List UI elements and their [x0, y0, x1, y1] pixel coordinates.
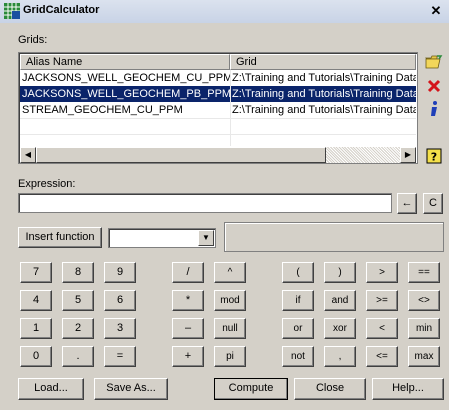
key-divide[interactable]: / [172, 262, 204, 283]
row-divider [20, 118, 416, 119]
key-2[interactable]: 2 [62, 318, 94, 339]
function-description-panel [224, 222, 444, 252]
save-as-button[interactable]: Save As... [94, 378, 168, 400]
key-9[interactable]: 9 [104, 262, 136, 283]
scroll-left-icon[interactable]: ◀ [20, 147, 36, 163]
key-min[interactable]: min [408, 318, 440, 339]
close-button[interactable]: Close [294, 378, 366, 400]
table-row-selected[interactable]: JACKSONS_WELL_GEOCHEM_PB_PPM Z:\Training… [20, 86, 416, 102]
key-add[interactable]: + [172, 346, 204, 367]
open-folder-icon [425, 55, 443, 69]
expression-label: Expression: [18, 178, 76, 190]
title-bar[interactable]: GridCalculator ✕ [0, 0, 449, 23]
scrollbar-track[interactable] [326, 147, 400, 163]
svg-text:?: ? [431, 151, 437, 164]
key-equal-equal[interactable]: == [408, 262, 440, 283]
table-row[interactable]: JACKSONS_WELL_GEOCHEM_CU_PPM Z:\Training… [20, 70, 416, 86]
close-icon[interactable]: ✕ [429, 4, 443, 18]
help-icon: ? [426, 148, 442, 164]
scrollbar-thumb[interactable] [36, 147, 326, 163]
table-row[interactable]: STREAM_GEOCHEM_CU_PPM Z:\Training and Tu… [20, 102, 416, 118]
row-alias-name: STREAM_GEOCHEM_CU_PPM [22, 104, 183, 116]
grid-calculator-window: GridCalculator ✕ Grids: Alias Name Grid … [0, 0, 449, 410]
row-divider [20, 134, 416, 135]
key-8[interactable]: 8 [62, 262, 94, 283]
key-and[interactable]: and [324, 290, 356, 311]
remove-grid-button[interactable] [424, 76, 444, 96]
delete-icon [427, 79, 441, 93]
key-greater-equal[interactable]: >= [366, 290, 398, 311]
key-decimal[interactable]: . [62, 346, 94, 367]
grid-calculator-app-icon [4, 3, 20, 19]
row-alias-name: JACKSONS_WELL_GEOCHEM_PB_PPM [22, 88, 230, 100]
expression-input[interactable] [18, 193, 392, 213]
key-max[interactable]: max [408, 346, 440, 367]
key-subtract[interactable]: – [172, 318, 204, 339]
key-xor[interactable]: xor [324, 318, 356, 339]
row-grid-path: Z:\Training and Tutorials\Training Data\… [232, 72, 416, 84]
key-0[interactable]: 0 [20, 346, 52, 367]
key-equals[interactable]: = [104, 346, 136, 367]
key-3[interactable]: 3 [104, 318, 136, 339]
column-header-alias-name[interactable]: Alias Name [20, 54, 230, 70]
function-select[interactable]: ▼ [108, 228, 216, 248]
key-less-than[interactable]: < [366, 318, 398, 339]
clear-button[interactable]: C [423, 193, 443, 214]
horizontal-scrollbar[interactable]: ◀ ▶ [20, 147, 416, 163]
grid-help-button[interactable]: ? [424, 146, 444, 166]
column-header-grid[interactable]: Grid [230, 54, 416, 70]
key-less-equal[interactable]: <= [366, 346, 398, 367]
row-alias-name: JACKSONS_WELL_GEOCHEM_CU_PPM [22, 72, 230, 84]
row-grid-path: Z:\Training and Tutorials\Training Data\… [232, 104, 416, 116]
grids-label: Grids: [18, 34, 48, 46]
info-icon [431, 101, 437, 116]
key-greater-than[interactable]: > [366, 262, 398, 283]
key-power[interactable]: ^ [214, 262, 246, 283]
key-or[interactable]: or [282, 318, 314, 339]
load-button[interactable]: Load... [18, 378, 84, 400]
table-header: Alias Name Grid [20, 54, 416, 70]
key-if[interactable]: if [282, 290, 314, 311]
key-multiply[interactable]: * [172, 290, 204, 311]
scroll-right-icon[interactable]: ▶ [400, 147, 416, 163]
column-divider [230, 70, 231, 146]
key-null[interactable]: null [214, 318, 246, 339]
key-1[interactable]: 1 [20, 318, 52, 339]
key-5[interactable]: 5 [62, 290, 94, 311]
grid-info-button[interactable] [424, 99, 444, 119]
key-open-paren[interactable]: ( [282, 262, 314, 283]
backspace-button[interactable]: ← [397, 193, 417, 214]
key-not[interactable]: not [282, 346, 314, 367]
help-button[interactable]: Help... [372, 378, 444, 400]
key-close-paren[interactable]: ) [324, 262, 356, 283]
compute-button[interactable]: Compute [214, 378, 288, 400]
window-title: GridCalculator [23, 4, 100, 16]
insert-function-button[interactable]: Insert function [18, 227, 102, 248]
key-mod[interactable]: mod [214, 290, 246, 311]
key-4[interactable]: 4 [20, 290, 52, 311]
key-pi[interactable]: pi [214, 346, 246, 367]
key-comma[interactable]: , [324, 346, 356, 367]
key-6[interactable]: 6 [104, 290, 136, 311]
key-not-equal[interactable]: <> [408, 290, 440, 311]
grids-table[interactable]: Alias Name Grid JACKSONS_WELL_GEOCHEM_CU… [18, 52, 418, 164]
open-grid-button[interactable] [424, 52, 444, 72]
chevron-down-icon[interactable]: ▼ [198, 230, 214, 246]
key-7[interactable]: 7 [20, 262, 52, 283]
row-grid-path: Z:\Training and Tutorials\Training Data\… [232, 88, 416, 100]
